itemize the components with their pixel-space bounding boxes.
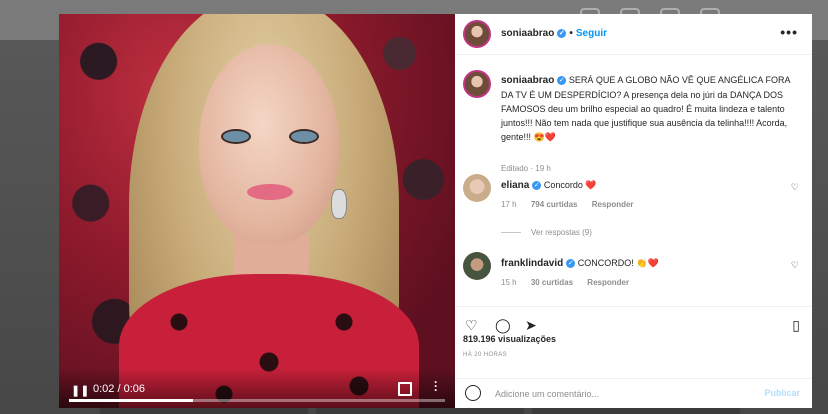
comment: franklindavid ✓ CONCORDO! 👏❤️ ♡ 15 h 30 c… <box>463 252 803 292</box>
post-modal: ❚❚ 0:02 / 0:06 · · · soniaabrao ✓ • Seguir ••… <box>59 14 812 408</box>
view-replies-button[interactable]: Ver respostas (9) <box>501 228 592 237</box>
emoji-icon[interactable] <box>465 385 481 401</box>
verified-icon: ✓ <box>557 76 567 86</box>
post-header: soniaabrao ✓ • Seguir ••• <box>455 14 812 55</box>
video-controls: ❚❚ 0:02 / 0:06 · · · <box>59 368 455 408</box>
comment-composer: Publicar <box>455 378 812 409</box>
comment-username[interactable]: eliana <box>501 180 529 191</box>
verified-icon: ✓ <box>557 28 567 38</box>
earring <box>331 189 347 219</box>
separator-dot: • <box>569 28 573 39</box>
woman-face <box>199 44 339 244</box>
publish-button[interactable]: Publicar <box>764 388 800 398</box>
caption-username[interactable]: soniaabrao <box>501 75 554 86</box>
verified-icon: ✓ <box>566 259 576 269</box>
lips <box>247 184 293 200</box>
comment-input[interactable] <box>493 384 737 404</box>
share-icon[interactable]: ➤ <box>525 317 537 334</box>
more-options-icon[interactable]: · · · <box>434 376 438 396</box>
right-eye <box>289 129 319 144</box>
author-username[interactable]: soniaabrao <box>501 28 554 39</box>
comment-likes[interactable]: 30 curtidas <box>531 278 573 287</box>
post-time-ago: HÁ 20 HORAS <box>463 352 508 358</box>
reply-button[interactable]: Responder <box>592 200 634 209</box>
video-player[interactable]: ❚❚ 0:02 / 0:06 · · · <box>59 14 455 408</box>
avatar[interactable] <box>463 20 491 48</box>
follow-button[interactable]: Seguir <box>576 28 607 39</box>
heart-icon[interactable]: ♡ <box>465 317 478 334</box>
video-progress-bar[interactable] <box>69 399 445 402</box>
reply-button[interactable]: Responder <box>587 278 629 287</box>
comment-likes[interactable]: 794 curtidas <box>531 200 578 209</box>
avatar[interactable] <box>463 252 491 280</box>
comment: eliana ✓ Concordo ❤️ ♡ 17 h 794 curtidas … <box>463 174 803 214</box>
avatar[interactable] <box>463 70 491 98</box>
comment-time: 15 h <box>501 278 517 287</box>
video-progress-fill <box>69 399 194 402</box>
comment-time: 17 h <box>501 200 517 209</box>
verified-icon: ✓ <box>532 181 542 191</box>
view-count[interactable]: 819.196 visualizações <box>463 334 556 344</box>
comment-icon[interactable]: ◯ <box>495 317 511 334</box>
video-time: 0:02 / 0:06 <box>93 383 145 395</box>
comment-text: Concordo ❤️ <box>543 180 597 190</box>
like-comment-icon[interactable]: ♡ <box>791 260 799 271</box>
comment-footer: 17 h 794 curtidas Responder <box>501 200 634 209</box>
like-comment-icon[interactable]: ♡ <box>791 182 799 193</box>
edited-timestamp: Editado · 19 h <box>501 164 551 173</box>
caption-text: soniaabrao ✓ SERÁ QUE A GLOBO NÃO VÊ QUE … <box>501 73 791 144</box>
left-eye <box>221 129 251 144</box>
bookmark-icon[interactable]: ▯ <box>792 317 800 334</box>
pause-icon[interactable]: ❚❚ <box>71 384 89 397</box>
comment-username[interactable]: franklindavid <box>501 258 563 269</box>
comment-text: CONCORDO! 👏❤️ <box>577 258 659 268</box>
avatar[interactable] <box>463 174 491 202</box>
comment-footer: 15 h 30 curtidas Responder <box>501 278 629 287</box>
post-options-icon[interactable]: ••• <box>780 24 798 40</box>
fullscreen-icon[interactable] <box>398 382 412 396</box>
post-side-panel: soniaabrao ✓ • Seguir ••• soniaabrao ✓ SERÁ … <box>455 14 812 408</box>
